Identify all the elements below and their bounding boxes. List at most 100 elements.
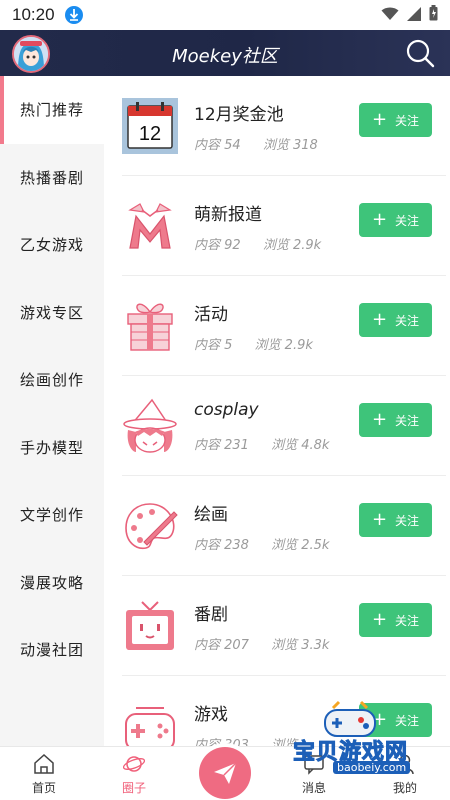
follow-button[interactable]: + 关注 [359,603,432,637]
circle-title: 活动 [194,305,228,325]
search-icon [406,39,435,68]
follow-button[interactable]: + 关注 [359,203,432,237]
sidebar-item-expo-guide[interactable]: 漫展攻略 [0,549,104,617]
plus-icon: + [371,209,388,230]
sidebar-item-figures[interactable]: 手办模型 [0,414,104,482]
view-count: 浏览 3.3k [271,638,330,653]
sidebar-item-label: 热门推荐 [20,101,85,120]
list-item[interactable]: 萌新报道 内容 92 浏览 2.9k + 关注 [122,176,446,276]
content-count: 内容 238 [194,538,249,553]
sidebar-item-game-zone[interactable]: 游戏专区 [0,279,104,347]
user-icon [375,753,435,775]
follow-button[interactable]: + 关注 [359,103,432,137]
list-item[interactable]: 番剧 内容 207 浏览 3.3k + 关注 [122,576,446,676]
paper-plane-icon [214,762,237,784]
circle-stats: 内容 231 浏览 4.8k [194,434,347,453]
list-item[interactable]: 活动 内容 5 浏览 2.9k + 关注 [122,276,446,376]
sidebar-item-label: 热播番剧 [20,168,85,187]
nav-label: 消息 [301,781,326,795]
nav-message[interactable]: 消息 [284,753,344,796]
follow-label: 关注 [395,613,420,628]
list-item[interactable]: cosplay 内容 231 浏览 4.8k + 关注 [122,376,446,476]
battery-icon [429,5,438,25]
sidebar-item-otome-games[interactable]: 乙女游戏 [0,211,104,279]
view-count: 浏览 2.5k [271,538,330,553]
view-count: 浏览 318 [262,138,318,153]
circle-stats: 内容 5 浏览 2.9k [194,334,331,353]
circle-title: 游戏 [194,705,228,725]
circle-title: 12月奖金池 [194,105,284,125]
sidebar-item-label: 文学创作 [20,506,85,525]
follow-label: 关注 [395,713,420,728]
list-item[interactable]: 游戏 内容 303 浏览 + 关注 [122,676,432,746]
sidebar-item-anime-club[interactable]: 动漫社团 [0,616,104,684]
list-item[interactable]: 12 12月奖金池 内容 54 浏览 318 + 关注 [122,76,446,176]
witch-girl-icon [122,398,178,454]
circle-title: cosplay [194,400,259,420]
sidebar-item-label: 游戏专区 [20,303,85,322]
follow-label: 关注 [395,113,420,128]
sidebar-item-literature[interactable]: 文学创作 [0,481,104,549]
content-count: 内容 5 [194,338,233,353]
sidebar-item-label: 手办模型 [20,438,85,457]
sidebar-item-label: 漫展攻略 [20,573,85,592]
follow-label: 关注 [395,213,420,228]
content-count: 内容 231 [194,438,249,453]
category-sidebar: 热门推荐 热播番剧 乙女游戏 游戏专区 绘画创作 手办模型 文学创作 漫展攻略 … [0,76,104,746]
status-bar: 10:20 [0,0,450,30]
plus-icon: + [371,609,388,630]
nav-mine[interactable]: 我的 [375,753,435,796]
palette-icon [122,498,178,554]
follow-button[interactable]: + 关注 [359,703,432,737]
gift-box-icon [122,298,178,354]
nav-home[interactable]: 首页 [14,753,74,796]
bottom-nav: 首页 圈子 消息 我的 [0,746,450,800]
sidebar-item-drawing[interactable]: 绘画创作 [0,346,104,414]
content-count: 内容 92 [194,238,241,253]
circle-title: 萌新报道 [194,205,262,225]
view-count: 浏览 4.8k [271,438,330,453]
signal-icon [407,6,421,25]
plus-icon: + [371,409,388,430]
circle-title: 绘画 [194,505,228,525]
follow-label: 关注 [395,413,420,428]
circle-stats: 内容 238 浏览 2.5k [194,534,347,553]
app-header: Moekey社区 [0,30,450,76]
nav-circle[interactable]: 圈子 [104,753,164,796]
follow-button[interactable]: + 关注 [359,503,432,537]
sidebar-item-label: 乙女游戏 [20,236,85,255]
sidebar-item-hot[interactable]: 热门推荐 [0,76,104,144]
plus-icon: + [371,509,388,530]
sidebar-item-label: 动漫社团 [20,641,85,660]
planet-icon [104,753,164,775]
view-count: 浏览 2.9k [254,338,313,353]
plus-icon: + [371,709,388,730]
search-button[interactable] [404,37,436,69]
content-count: 内容 207 [194,638,249,653]
plus-icon: + [371,109,388,130]
circle-stats: 内容 54 浏览 318 [194,134,336,153]
page-title: Moekey社区 [172,46,278,67]
circle-stats: 内容 207 浏览 3.3k [194,634,347,653]
nav-label: 我的 [392,781,417,795]
nav-label: 圈子 [121,781,146,795]
nav-label: 首页 [31,781,56,795]
follow-button[interactable]: + 关注 [359,403,432,437]
view-count: 浏览 [271,738,298,746]
follow-label: 关注 [395,313,420,328]
list-item[interactable]: 绘画 内容 238 浏览 2.5k + 关注 [122,476,446,576]
wifi-icon [381,6,399,25]
circle-title: 番剧 [194,605,228,625]
circle-stats: 内容 303 浏览 [194,734,315,746]
sidebar-item-label: 绘画创作 [20,371,85,390]
calendar-icon: 12 [122,98,178,154]
gamepad-icon [122,698,178,746]
sidebar-item-anime-series[interactable]: 热播番剧 [0,144,104,212]
publish-button[interactable] [199,747,251,799]
download-icon [64,6,83,24]
calendar-number: 12 [139,123,161,145]
plus-icon: + [371,309,388,330]
follow-button[interactable]: + 关注 [359,303,432,337]
tv-face-icon [122,598,178,654]
status-time: 10:20 [12,5,55,24]
